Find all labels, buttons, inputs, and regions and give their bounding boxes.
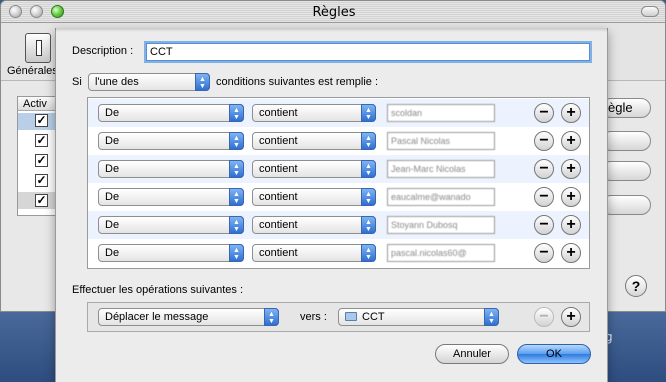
popup-arrows-icon: ▲ ▼ xyxy=(195,73,210,91)
condition-value-field[interactable]: eaucalme@wanado xyxy=(387,188,495,206)
add-condition-button[interactable]: + xyxy=(561,159,581,179)
match-mode-value: l'une des xyxy=(95,76,139,88)
condition-operator-select[interactable]: contient ▲ ▼ xyxy=(252,160,376,178)
condition-value-field[interactable]: Stoyann Dubosq xyxy=(387,216,495,234)
remove-condition-button[interactable]: − xyxy=(534,243,554,263)
condition-field-select[interactable]: De ▲ ▼ xyxy=(98,160,244,178)
add-condition-button[interactable]: + xyxy=(561,187,581,207)
edit-rule-button[interactable] xyxy=(601,131,651,151)
popup-arrows-icon: ▲ ▼ xyxy=(229,160,244,178)
description-label: Description : xyxy=(72,45,134,57)
remove-rule-button[interactable] xyxy=(601,195,651,215)
remove-condition-button[interactable]: − xyxy=(534,187,554,207)
title-bar[interactable]: Règles xyxy=(1,1,665,23)
general-prefs-label[interactable]: Générales xyxy=(7,65,58,77)
action-operation-select[interactable]: Déplacer le message ▲ ▼ xyxy=(98,308,279,326)
remove-condition-button[interactable]: − xyxy=(534,103,554,123)
actions-label: Effectuer les opérations suivantes : xyxy=(72,284,244,296)
popup-arrows-icon: ▲ ▼ xyxy=(361,244,376,262)
condition-value-field[interactable]: pascal.nicolas60@ xyxy=(387,244,495,262)
rule-active-checkbox[interactable]: ✓ xyxy=(35,174,48,187)
popup-arrows-icon: ▲ ▼ xyxy=(229,132,244,150)
condition-row: De ▲ ▼ contient ▲ ▼ Pascal Nicolas − + xyxy=(88,127,589,155)
if-label: Si xyxy=(72,76,82,88)
destination-mailbox-select[interactable]: CCT ▲ ▼ xyxy=(338,308,499,326)
popup-arrows-icon: ▲ ▼ xyxy=(229,104,244,122)
condition-value-field[interactable]: Jean-Marc Nicolas xyxy=(387,160,495,178)
condition-operator-select[interactable]: contient ▲ ▼ xyxy=(252,104,376,122)
add-condition-button[interactable]: + xyxy=(561,131,581,151)
condition-row: De ▲ ▼ contient ▲ ▼ Stoyann Dubosq − + xyxy=(88,211,589,239)
condition-operator-select[interactable]: contient ▲ ▼ xyxy=(252,216,376,234)
ok-button[interactable]: OK xyxy=(517,344,591,364)
condition-field-select[interactable]: De ▲ ▼ xyxy=(98,188,244,206)
add-condition-button[interactable]: + xyxy=(561,215,581,235)
general-prefs-icon[interactable] xyxy=(25,33,51,63)
match-mode-select[interactable]: l'une des ▲ ▼ xyxy=(88,73,210,91)
cancel-button[interactable]: Annuler xyxy=(435,344,509,364)
popup-arrows-icon: ▲ ▼ xyxy=(361,160,376,178)
add-condition-button[interactable]: + xyxy=(561,243,581,263)
condition-field-select[interactable]: De ▲ ▼ xyxy=(98,132,244,150)
mailbox-folder-icon xyxy=(345,312,357,321)
action-row: Déplacer le message ▲ ▼ vers : CCT ▲ ▼ − + xyxy=(87,302,590,332)
duplicate-rule-button[interactable] xyxy=(601,161,651,181)
popup-arrows-icon: ▲ ▼ xyxy=(484,308,499,326)
condition-field-select[interactable]: De ▲ ▼ xyxy=(98,216,244,234)
rule-active-checkbox[interactable]: ✓ xyxy=(35,194,48,207)
condition-value-field[interactable]: scoldan xyxy=(387,104,495,122)
window-title: Règles xyxy=(312,5,356,20)
popup-arrows-icon: ▲ ▼ xyxy=(361,188,376,206)
condition-field-select[interactable]: De ▲ ▼ xyxy=(98,104,244,122)
destination-label: vers : xyxy=(300,311,327,323)
popup-arrows-icon: ▲ ▼ xyxy=(229,188,244,206)
description-field[interactable]: CCT xyxy=(146,43,590,61)
help-button[interactable]: ? xyxy=(625,275,647,297)
remove-action-button[interactable]: − xyxy=(534,307,554,327)
popup-arrows-icon: ▲ ▼ xyxy=(361,216,376,234)
condition-field-select[interactable]: De ▲ ▼ xyxy=(98,244,244,262)
toolbar-toggle-button[interactable] xyxy=(641,6,659,17)
add-action-button[interactable]: + xyxy=(561,307,581,327)
conditions-list: De ▲ ▼ contient ▲ ▼ scoldan − + De ▲ ▼ contien… xyxy=(87,97,590,269)
popup-arrows-icon: ▲ ▼ xyxy=(361,132,376,150)
condition-row: De ▲ ▼ contient ▲ ▼ eaucalme@wanado − + xyxy=(88,183,589,211)
sheet-shadow xyxy=(55,28,608,32)
condition-row: De ▲ ▼ contient ▲ ▼ Jean-Marc Nicolas − + xyxy=(88,155,589,183)
rule-active-checkbox[interactable]: ✓ xyxy=(35,154,48,167)
add-rule-button[interactable]: ègle xyxy=(601,98,651,118)
condition-operator-select[interactable]: contient ▲ ▼ xyxy=(252,132,376,150)
remove-condition-button[interactable]: − xyxy=(534,131,554,151)
popup-arrows-icon: ▲ ▼ xyxy=(229,216,244,234)
active-column-header: Activ xyxy=(23,98,47,110)
popup-arrows-icon: ▲ ▼ xyxy=(229,244,244,262)
condition-row: De ▲ ▼ contient ▲ ▼ pascal.nicolas60@ − + xyxy=(88,239,589,267)
conditions-suffix-label: conditions suivantes est remplie : xyxy=(216,76,379,88)
popup-arrows-icon: ▲ ▼ xyxy=(361,104,376,122)
condition-operator-select[interactable]: contient ▲ ▼ xyxy=(252,188,376,206)
remove-condition-button[interactable]: − xyxy=(534,215,554,235)
add-condition-button[interactable]: + xyxy=(561,103,581,123)
condition-row: De ▲ ▼ contient ▲ ▼ scoldan − + xyxy=(88,99,589,127)
remove-condition-button[interactable]: − xyxy=(534,159,554,179)
condition-operator-select[interactable]: contient ▲ ▼ xyxy=(252,244,376,262)
condition-value-field[interactable]: Pascal Nicolas xyxy=(387,132,495,150)
rule-active-checkbox[interactable]: ✓ xyxy=(35,114,48,127)
rule-active-checkbox[interactable]: ✓ xyxy=(35,134,48,147)
popup-arrows-icon: ▲ ▼ xyxy=(264,308,279,326)
